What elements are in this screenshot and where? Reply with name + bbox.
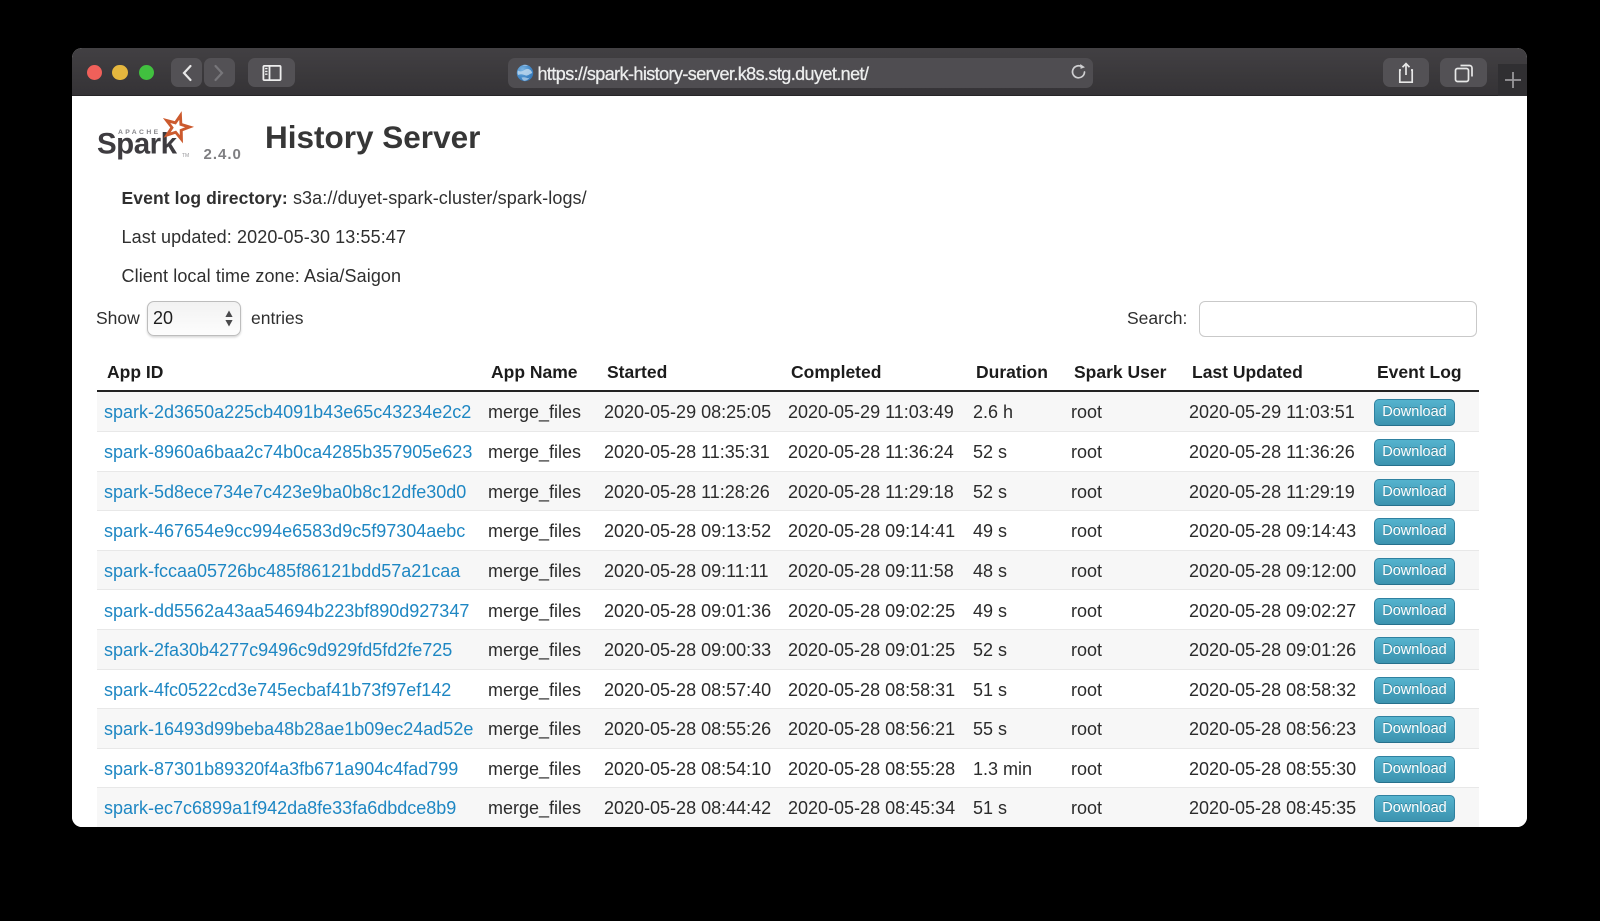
- svg-text:TM: TM: [182, 153, 189, 159]
- svg-text:Spark: Spark: [97, 128, 178, 161]
